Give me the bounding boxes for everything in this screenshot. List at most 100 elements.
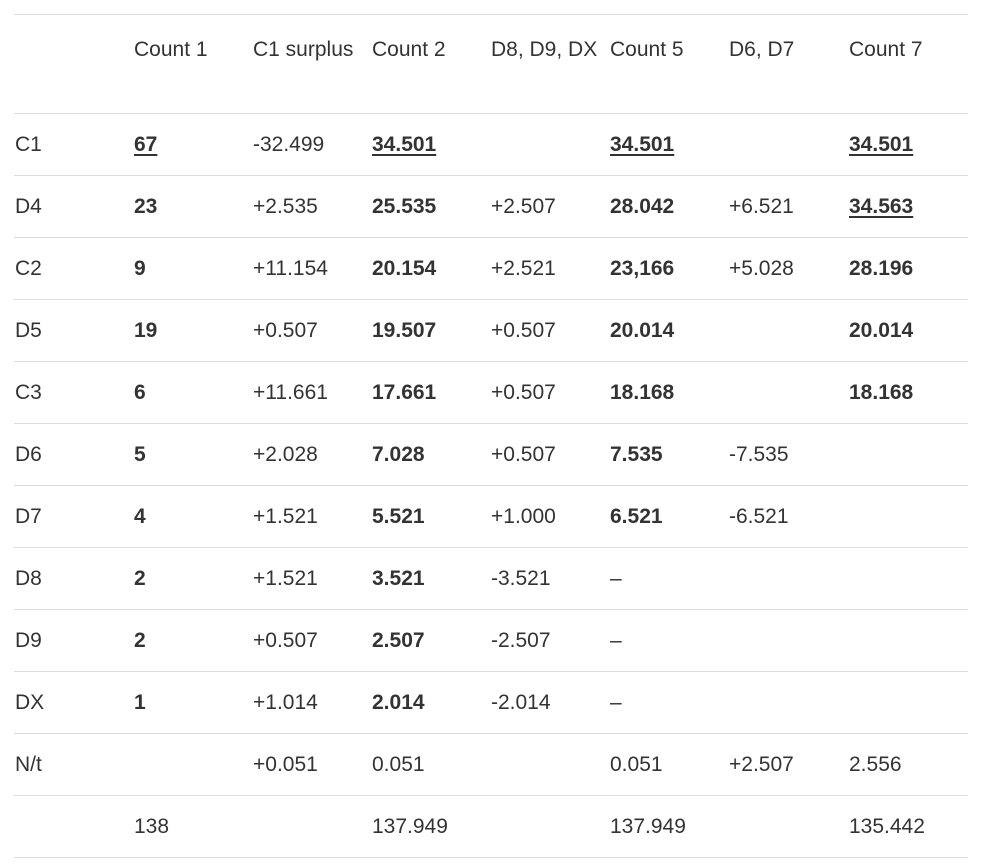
results-table: Count 1 C1 surplus Count 2 D8, D9, DX Co… — [14, 14, 968, 858]
table-cell: 17.661 — [372, 380, 437, 404]
row-label-cell: D7 — [15, 504, 42, 528]
table-row: D6 5 +2.028 7.028 +0.507 7.535 -7.535 — [14, 423, 968, 486]
table-body: C1 67 -32.499 34.501 34.501 34.501 D4 23 +2.535 2… — [14, 113, 968, 858]
table-cell: -6.521 — [729, 504, 789, 528]
header-cell-d6-d7: D6, D7 — [729, 38, 795, 61]
header-cell-count-2: Count 2 — [372, 38, 446, 61]
header-cell-c1-surplus: C1 surplus — [253, 38, 354, 61]
row-label-cell: D4 — [15, 194, 42, 218]
table-cell: -2.014 — [491, 690, 551, 714]
table-cell: 2.507 — [372, 628, 425, 652]
header-row: Count 1 C1 surplus Count 2 D8, D9, DX Co… — [14, 14, 968, 114]
table-cell: 20.014 — [610, 318, 675, 342]
table-cell: -7.535 — [729, 442, 789, 466]
table-cell: – — [610, 566, 622, 590]
table-cell — [728, 672, 848, 734]
table-cell: 0.051 — [372, 752, 425, 776]
table-row: N/t +0.051 0.051 0.051 +2.507 2.556 — [14, 733, 968, 796]
table-cell: +1.521 — [253, 566, 318, 590]
table-cell — [848, 548, 968, 610]
table-cell: 23 — [134, 194, 158, 218]
table-cell: +0.051 — [253, 752, 318, 776]
table-cell: +1.000 — [491, 504, 556, 528]
table-cell — [490, 114, 609, 176]
table-cell: +0.507 — [491, 318, 556, 342]
table-header: Count 1 C1 surplus Count 2 D8, D9, DX Co… — [14, 14, 968, 114]
table-cell: 28.042 — [610, 194, 675, 218]
table-row: C2 9 +11.154 20.154 +2.521 23,166 +5.028 28.196 — [14, 237, 968, 300]
header-cell-count-7: Count 7 — [849, 38, 923, 61]
table-cell: – — [610, 690, 622, 714]
row-label-cell: C3 — [15, 380, 42, 404]
table-cell: +2.535 — [253, 194, 318, 218]
table-cell: 25.535 — [372, 194, 437, 218]
table-cell: 2 — [134, 566, 146, 590]
table-row: D8 2 +1.521 3.521 -3.521 – — [14, 547, 968, 610]
table-cell: 19 — [134, 318, 158, 342]
row-label-cell: C1 — [15, 132, 42, 156]
table-cell: 137.949 — [610, 814, 686, 838]
table-cell: +5.028 — [729, 256, 794, 280]
table-cell: +2.507 — [491, 194, 556, 218]
table-cell: +1.014 — [253, 690, 318, 714]
table-cell: +0.507 — [491, 442, 556, 466]
table-row: DX 1 +1.014 2.014 -2.014 – — [14, 671, 968, 734]
table-cell: 34.501 — [372, 132, 437, 156]
table-cell — [848, 672, 968, 734]
table-cell: +11.661 — [253, 380, 328, 404]
row-label-cell: D9 — [15, 628, 42, 652]
table-cell: 18.168 — [849, 380, 914, 404]
header-cell-count-1: Count 1 — [134, 38, 208, 61]
table-cell: 19.507 — [372, 318, 437, 342]
table-cell: 0.051 — [610, 752, 663, 776]
table-cell — [848, 486, 968, 548]
table-row: D9 2 +0.507 2.507 -2.507 – — [14, 609, 968, 672]
table-cell: 135.442 — [849, 814, 925, 838]
table-row: D7 4 +1.521 5.521 +1.000 6.521 -6.521 — [14, 485, 968, 548]
table-cell: +0.507 — [491, 380, 556, 404]
table-cell — [848, 610, 968, 672]
table-cell: 2.014 — [372, 690, 425, 714]
table-cell: 1 — [134, 690, 146, 714]
row-label-cell: D8 — [15, 566, 42, 590]
table-cell — [728, 610, 848, 672]
table-cell — [252, 796, 371, 858]
header-cell-label — [14, 15, 133, 114]
table-cell — [728, 300, 848, 362]
table-cell: 34.563 — [849, 194, 914, 218]
table-cell: 6 — [134, 380, 146, 404]
table-cell: 4 — [134, 504, 146, 528]
table-cell: +6.521 — [729, 194, 794, 218]
table-cell: 138 — [134, 814, 170, 838]
header-cell-d8-d9-dx: D8, D9, DX — [491, 38, 598, 61]
table-cell — [133, 734, 252, 796]
table-cell: -3.521 — [491, 566, 551, 590]
table-cell: 23,166 — [610, 256, 675, 280]
table-row: D4 23 +2.535 25.535 +2.507 28.042 +6.521 34.563 — [14, 175, 968, 238]
table-cell: 28.196 — [849, 256, 914, 280]
row-label-cell — [14, 796, 133, 858]
row-label-cell: D6 — [15, 442, 42, 466]
table-row: C3 6 +11.661 17.661 +0.507 18.168 18.168 — [14, 361, 968, 424]
table-cell: 3.521 — [372, 566, 425, 590]
table-cell: 5.521 — [372, 504, 425, 528]
row-label-cell: DX — [15, 690, 45, 714]
table-cell: +0.507 — [253, 628, 318, 652]
table-cell — [490, 796, 609, 858]
table-cell: 34.501 — [849, 132, 914, 156]
table-cell: 7.535 — [610, 442, 663, 466]
table-cell — [490, 734, 609, 796]
table-cell: 2.556 — [849, 752, 902, 776]
table-cell: 5 — [134, 442, 146, 466]
table-cell — [728, 548, 848, 610]
table-cell — [848, 424, 968, 486]
table-cell: 2 — [134, 628, 146, 652]
table-cell: 137.949 — [372, 814, 448, 838]
row-label-cell: D5 — [15, 318, 42, 342]
table-cell: 20.154 — [372, 256, 437, 280]
table-cell: 18.168 — [610, 380, 675, 404]
table-cell: 67 — [134, 132, 158, 156]
table-cell — [728, 114, 848, 176]
table-row: 138 137.949 137.949 135.442 — [14, 795, 968, 858]
table-cell: 9 — [134, 256, 146, 280]
